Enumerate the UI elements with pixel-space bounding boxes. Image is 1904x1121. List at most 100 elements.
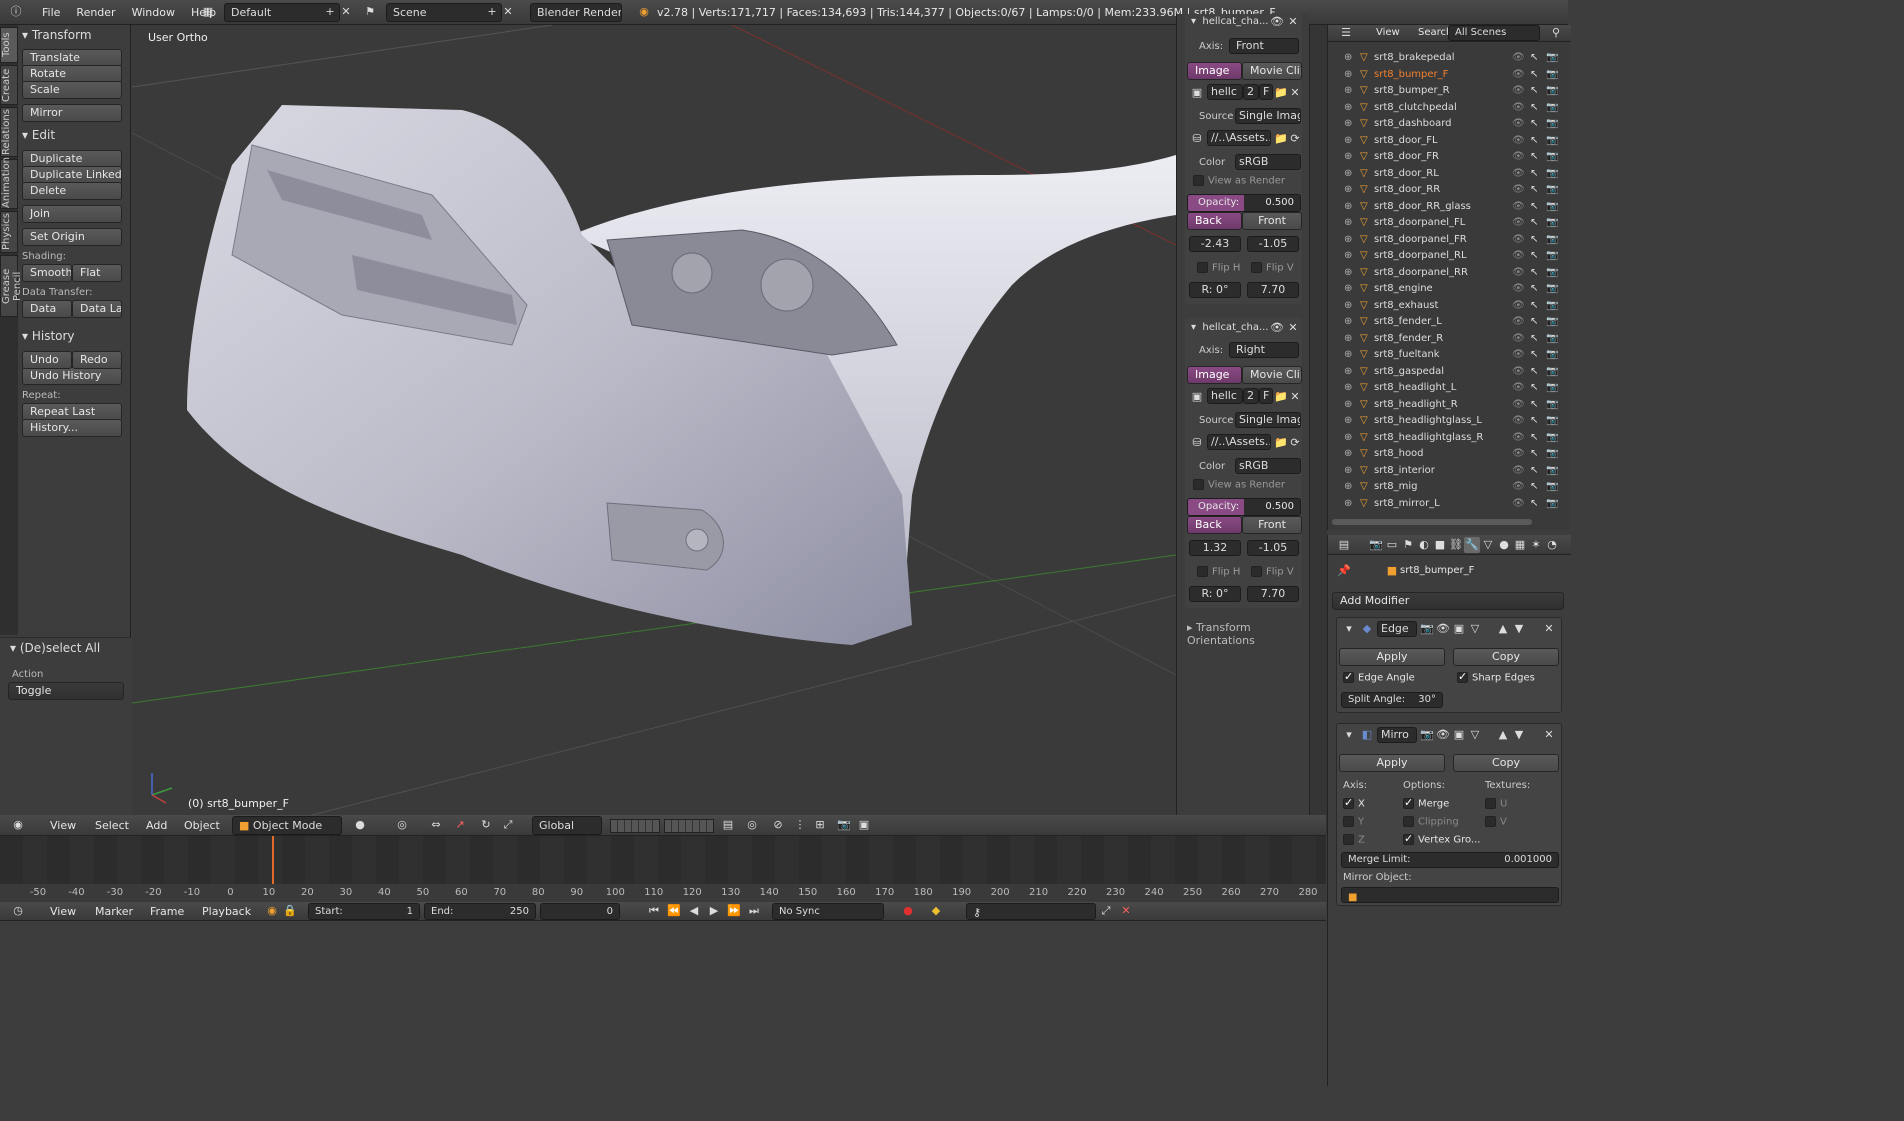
outliner-row[interactable]: ⊕ ▽ srt8_door_RR 👁 ↖ 📷 (1328, 182, 1566, 199)
image-name-2[interactable]: hellc (1207, 388, 1243, 404)
selectability-icon[interactable]: ↖ (1530, 67, 1538, 83)
back-button-2[interactable]: Back (1187, 516, 1242, 534)
outliner-row[interactable]: ⊕ ▽ srt8_engine 👁 ↖ 📷 (1328, 281, 1566, 298)
particles-tab-icon[interactable]: ✶ (1528, 537, 1544, 553)
size-field-2[interactable]: 7.70 (1247, 586, 1299, 602)
visibility-icon[interactable]: 👁 (1512, 413, 1525, 429)
movie-clip-tab-1[interactable]: Movie Clip (1242, 62, 1302, 80)
visibility-icon[interactable]: 👁 (1512, 479, 1525, 495)
edge-move-down-icon[interactable]: ▼ (1511, 621, 1527, 637)
renderability-icon[interactable]: 📷 (1546, 232, 1558, 248)
texture-u-toggle[interactable]: U (1485, 798, 1507, 810)
view-as-render-checkbox-2[interactable] (1193, 479, 1204, 490)
axis-select-2[interactable]: Right (1229, 342, 1299, 358)
expand-icon[interactable]: ⊕ (1344, 430, 1352, 446)
image-reload-icon-1[interactable]: ⟳ (1287, 131, 1303, 147)
visibility-icon[interactable]: 👁 (1512, 116, 1525, 132)
visibility-icon[interactable]: 👁 (1512, 149, 1525, 165)
outliner-row[interactable]: ⊕ ▽ srt8_door_FR 👁 ↖ 📷 (1328, 149, 1566, 166)
lock-layers-icon[interactable]: ▤ (720, 817, 736, 833)
snap-target-icon[interactable]: ⊞ (812, 817, 828, 833)
timeline[interactable]: -50 -40 -30 -20 -10 0 10 20 30 40 50 60 70 80 90 100 110… (0, 836, 1326, 903)
visibility-icon[interactable]: 👁 (1512, 50, 1525, 66)
image-unlink-icon-1[interactable]: ✕ (1287, 85, 1303, 101)
edge-move-up-icon[interactable]: ▲ (1495, 621, 1511, 637)
renderability-icon[interactable]: 📷 (1546, 479, 1558, 495)
outliner-row[interactable]: ⊕ ▽ srt8_mirror_L 👁 ↖ 📷 (1328, 496, 1566, 513)
menu-file[interactable]: File (34, 0, 68, 26)
visibility-icon[interactable]: 👁 (1512, 331, 1525, 347)
mirror-view-toggle-icon[interactable]: 👁 (1435, 727, 1451, 743)
object-tab-icon[interactable]: ■ (1432, 537, 1448, 553)
mirror-collapse-icon[interactable]: ▾ (1341, 727, 1357, 743)
jump-keyframe-forward-icon[interactable]: ⏩ (726, 903, 742, 919)
redo-button[interactable]: Redo (72, 351, 122, 369)
expand-icon[interactable]: ⊕ (1344, 413, 1352, 429)
renderability-icon[interactable]: 📷 (1546, 265, 1558, 281)
render-engine-select[interactable]: Blender Render (530, 3, 622, 22)
transform-orientations-header[interactable]: ▸ Transform Orientations (1187, 621, 1309, 647)
play-icon[interactable]: ▶ (706, 903, 722, 919)
keying-set-field[interactable]: ⚷ (966, 903, 1096, 920)
image-tab-2[interactable]: Image (1187, 366, 1242, 384)
expand-icon[interactable]: ⊕ (1344, 166, 1352, 182)
mirror-apply-button[interactable]: Apply (1339, 754, 1445, 772)
image-fake-user-2[interactable]: F (1259, 388, 1273, 404)
edit-section-header[interactable]: ▾ Edit (22, 125, 126, 145)
sharp-edges-toggle[interactable]: Sharp Edges (1457, 670, 1535, 684)
jump-start-icon[interactable]: ⏮ (646, 903, 662, 919)
mirror-cage-toggle-icon[interactable]: ▽ (1467, 727, 1483, 743)
image-pack-icon-1[interactable]: ⛁ (1189, 131, 1205, 147)
scale-button[interactable]: Scale (22, 81, 122, 99)
selectability-icon[interactable]: ↖ (1530, 331, 1538, 347)
vertex-groups-toggle[interactable]: Vertex Gro... (1403, 832, 1480, 846)
tab-grease-pencil[interactable]: Grease Pencil (0, 255, 23, 317)
visibility-icon[interactable]: 👁 (1512, 298, 1525, 314)
outliner-row[interactable]: ⊕ ▽ srt8_fueltank 👁 ↖ 📷 (1328, 347, 1566, 364)
transform-section-header[interactable]: ▾ Transform (22, 25, 126, 45)
visibility-icon[interactable]: 👁 (1512, 446, 1525, 462)
translate-manipulator-icon[interactable]: ↗ (452, 817, 468, 833)
undo-button[interactable]: Undo (22, 351, 72, 369)
shading-mode-icon[interactable]: ● (352, 817, 368, 833)
manipulator-toggle-icon[interactable]: ⇔ (428, 817, 444, 833)
expand-icon[interactable]: ⊕ (1344, 463, 1352, 479)
size-field-1[interactable]: 7.70 (1247, 282, 1299, 298)
duplicate-linked-button[interactable]: Duplicate Linked (22, 166, 122, 184)
set-origin-select[interactable]: Set Origin (22, 228, 122, 246)
expand-icon[interactable]: ⊕ (1344, 298, 1352, 314)
snap-toggle-icon[interactable]: ⊘ (770, 817, 786, 833)
record-icon[interactable]: ● (900, 903, 916, 919)
selectability-icon[interactable]: ↖ (1530, 397, 1538, 413)
expand-icon[interactable]: ⊕ (1344, 479, 1352, 495)
tab-tools[interactable]: Tools (0, 27, 18, 63)
selectability-icon[interactable]: ↖ (1530, 83, 1538, 99)
bg-image-2-eye-icon[interactable]: 👁 (1269, 320, 1285, 336)
mirror-y-checkbox[interactable] (1343, 816, 1354, 827)
flip-h-checkbox-2[interactable] (1197, 566, 1208, 577)
flip-v-1[interactable]: Flip V (1251, 262, 1294, 274)
renderability-icon[interactable]: 📷 (1546, 331, 1558, 347)
outliner-row[interactable]: ⊕ ▽ srt8_headlightglass_L 👁 ↖ 📷 (1328, 413, 1566, 430)
add-modifier-select[interactable]: Add Modifier (1332, 592, 1564, 610)
view-as-render-checkbox-1[interactable] (1193, 175, 1204, 186)
mirror-z-toggle[interactable]: Z (1343, 834, 1365, 846)
renderability-icon[interactable]: 📷 (1546, 248, 1558, 264)
viewport-add-menu[interactable]: Add (146, 819, 167, 832)
renderability-icon[interactable]: 📷 (1546, 397, 1558, 413)
flip-v-2[interactable]: Flip V (1251, 566, 1294, 578)
mirror-x-checkbox[interactable] (1343, 796, 1354, 809)
snap-element-icon[interactable]: ⋮ (792, 817, 808, 833)
expand-icon[interactable]: ⊕ (1344, 182, 1352, 198)
start-frame-field[interactable]: Start: 1 (308, 903, 420, 920)
selectability-icon[interactable]: ↖ (1530, 50, 1538, 66)
material-tab-icon[interactable]: ● (1496, 537, 1512, 553)
world-tab-icon[interactable]: ◐ (1416, 537, 1432, 553)
renderability-icon[interactable]: 📷 (1546, 347, 1558, 363)
outliner-row[interactable]: ⊕ ▽ srt8_interior 👁 ↖ 📷 (1328, 463, 1566, 480)
layers-grid-1[interactable] (610, 819, 660, 833)
expand-icon[interactable]: ⊕ (1344, 116, 1352, 132)
renderability-icon[interactable]: 📷 (1546, 149, 1558, 165)
merge-limit-field[interactable]: Merge Limit: 0.001000 (1341, 852, 1559, 868)
flip-h-2[interactable]: Flip H (1197, 566, 1240, 578)
